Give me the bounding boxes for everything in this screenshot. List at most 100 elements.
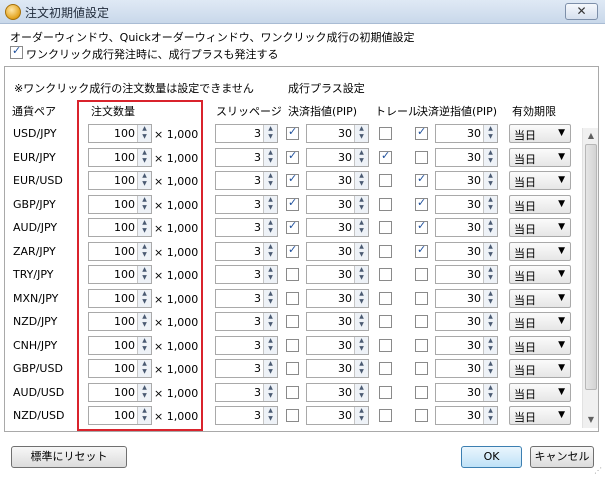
stop-stepper-buttons[interactable]: ▲ ▼ <box>483 313 497 330</box>
stop-stepper-buttons[interactable]: ▲ ▼ <box>483 148 497 166</box>
scroll-down-icon[interactable]: ▼ <box>583 412 599 428</box>
spin-up-icon[interactable]: ▲ <box>484 172 497 180</box>
spin-up-icon[interactable]: ▲ <box>138 360 151 368</box>
spin-up-icon[interactable]: ▲ <box>355 384 368 392</box>
spin-up-icon[interactable]: ▲ <box>484 360 497 368</box>
stop-checkbox[interactable] <box>415 219 428 234</box>
qty-stepper[interactable]: 100 ▲ ▼ <box>88 241 152 261</box>
chevron-down-icon[interactable]: ▼ <box>558 316 565 326</box>
spin-down-icon[interactable]: ▼ <box>355 274 368 282</box>
spin-down-icon[interactable]: ▼ <box>138 368 151 376</box>
slippage-stepper-buttons[interactable]: ▲ ▼ <box>263 172 277 189</box>
chevron-down-icon[interactable]: ▼ <box>558 222 565 232</box>
limit-stepper-buttons[interactable]: ▲ ▼ <box>354 172 368 189</box>
spin-up-icon[interactable]: ▲ <box>264 266 277 274</box>
spin-down-icon[interactable]: ▼ <box>484 298 497 306</box>
limit-stepper-buttons[interactable]: ▲ ▼ <box>354 266 368 283</box>
spin-down-icon[interactable]: ▼ <box>138 227 151 235</box>
stop-stepper-buttons[interactable]: ▲ ▼ <box>483 266 497 283</box>
stop-stepper-buttons[interactable]: ▲ ▼ <box>483 407 497 424</box>
spin-up-icon[interactable]: ▲ <box>138 149 151 157</box>
spin-down-icon[interactable]: ▼ <box>484 251 497 259</box>
spin-up-icon[interactable]: ▲ <box>355 125 368 133</box>
stop-stepper[interactable]: 30 ▲ ▼ <box>435 288 498 308</box>
expiry-select[interactable]: 当日 ▼ <box>509 406 571 425</box>
spin-up-icon[interactable]: ▲ <box>264 172 277 180</box>
trail-checkbox[interactable] <box>379 268 392 281</box>
stop-checkbox[interactable] <box>415 362 428 375</box>
limit-stepper-buttons[interactable]: ▲ ▼ <box>354 313 368 330</box>
stop-checkbox[interactable] <box>415 172 428 187</box>
spin-up-icon[interactable]: ▲ <box>484 219 497 227</box>
limit-stepper[interactable]: 30 ▲ ▼ <box>306 382 369 402</box>
limit-checkbox[interactable] <box>286 243 299 258</box>
spin-up-icon[interactable]: ▲ <box>264 407 277 415</box>
limit-stepper[interactable]: 30 ▲ ▼ <box>306 265 369 284</box>
limit-stepper-buttons[interactable]: ▲ ▼ <box>354 195 368 213</box>
spin-down-icon[interactable]: ▼ <box>138 133 151 141</box>
stop-stepper-buttons[interactable]: ▲ ▼ <box>483 336 497 354</box>
spin-down-icon[interactable]: ▼ <box>355 204 368 212</box>
spin-up-icon[interactable]: ▲ <box>138 337 151 345</box>
spin-up-icon[interactable]: ▲ <box>355 313 368 321</box>
slippage-stepper[interactable]: 3 ▲ ▼ <box>215 218 278 237</box>
slippage-stepper[interactable]: 3 ▲ ▼ <box>215 124 278 143</box>
limit-stepper[interactable]: 30 ▲ ▼ <box>306 312 369 331</box>
resize-grip-icon[interactable]: ⋰ <box>594 466 602 475</box>
stop-stepper-buttons[interactable]: ▲ ▼ <box>483 289 497 307</box>
trail-checkbox[interactable] <box>379 221 392 234</box>
slippage-stepper[interactable]: 3 ▲ ▼ <box>215 359 278 378</box>
trail-checkbox[interactable] <box>379 338 392 352</box>
expiry-select[interactable]: 当日 ▼ <box>509 359 571 378</box>
trail-checkbox[interactable] <box>379 197 392 211</box>
stop-stepper[interactable]: 30 ▲ ▼ <box>435 241 498 261</box>
limit-stepper[interactable]: 30 ▲ ▼ <box>306 194 369 214</box>
spin-up-icon[interactable]: ▲ <box>264 149 277 157</box>
slippage-stepper[interactable]: 3 ▲ ▼ <box>215 194 278 214</box>
stop-checkbox[interactable] <box>415 268 428 281</box>
limit-stepper[interactable]: 30 ▲ ▼ <box>306 171 369 190</box>
spin-up-icon[interactable]: ▲ <box>355 149 368 157</box>
spin-down-icon[interactable]: ▼ <box>484 415 497 423</box>
trail-checkbox[interactable] <box>379 244 392 258</box>
stop-stepper[interactable]: 30 ▲ ▼ <box>435 194 498 214</box>
qty-stepper-buttons[interactable]: ▲ ▼ <box>137 407 151 424</box>
stop-stepper-buttons[interactable]: ▲ ▼ <box>483 360 497 377</box>
spin-up-icon[interactable]: ▲ <box>138 172 151 180</box>
spin-down-icon[interactable]: ▼ <box>355 298 368 306</box>
stop-checkbox[interactable] <box>415 315 428 328</box>
limit-stepper[interactable]: 30 ▲ ▼ <box>306 335 369 355</box>
qty-stepper-buttons[interactable]: ▲ ▼ <box>137 148 151 166</box>
chevron-down-icon[interactable]: ▼ <box>558 246 565 256</box>
slippage-stepper-buttons[interactable]: ▲ ▼ <box>263 266 277 283</box>
spin-up-icon[interactable]: ▲ <box>355 337 368 345</box>
spin-up-icon[interactable]: ▲ <box>264 196 277 204</box>
spin-down-icon[interactable]: ▼ <box>264 415 277 423</box>
qty-stepper-buttons[interactable]: ▲ ▼ <box>137 383 151 401</box>
trail-checkbox[interactable] <box>379 385 392 399</box>
spin-down-icon[interactable]: ▼ <box>138 251 151 259</box>
limit-checkbox[interactable] <box>286 315 299 328</box>
spin-up-icon[interactable]: ▲ <box>484 243 497 251</box>
stop-stepper[interactable]: 30 ▲ ▼ <box>435 171 498 190</box>
chevron-down-icon[interactable]: ▼ <box>558 152 565 162</box>
spin-up-icon[interactable]: ▲ <box>264 360 277 368</box>
spin-down-icon[interactable]: ▼ <box>264 368 277 376</box>
stop-checkbox[interactable] <box>415 125 428 140</box>
chevron-down-icon[interactable]: ▼ <box>558 410 565 420</box>
slippage-stepper[interactable]: 3 ▲ ▼ <box>215 265 278 284</box>
slippage-stepper-buttons[interactable]: ▲ ▼ <box>263 195 277 213</box>
limit-checkbox[interactable] <box>286 149 299 164</box>
stop-checkbox[interactable] <box>415 196 428 211</box>
stop-stepper[interactable]: 30 ▲ ▼ <box>435 406 498 425</box>
stop-checkbox[interactable] <box>415 385 428 399</box>
stop-stepper[interactable]: 30 ▲ ▼ <box>435 359 498 378</box>
trail-checkbox[interactable] <box>379 127 392 140</box>
spin-up-icon[interactable]: ▲ <box>138 384 151 392</box>
limit-checkbox[interactable] <box>286 409 299 422</box>
spin-up-icon[interactable]: ▲ <box>484 313 497 321</box>
spin-up-icon[interactable]: ▲ <box>264 313 277 321</box>
oneclick-plus-checkbox[interactable] <box>10 44 23 59</box>
slippage-stepper-buttons[interactable]: ▲ ▼ <box>263 242 277 260</box>
trail-checkbox[interactable] <box>379 362 392 375</box>
